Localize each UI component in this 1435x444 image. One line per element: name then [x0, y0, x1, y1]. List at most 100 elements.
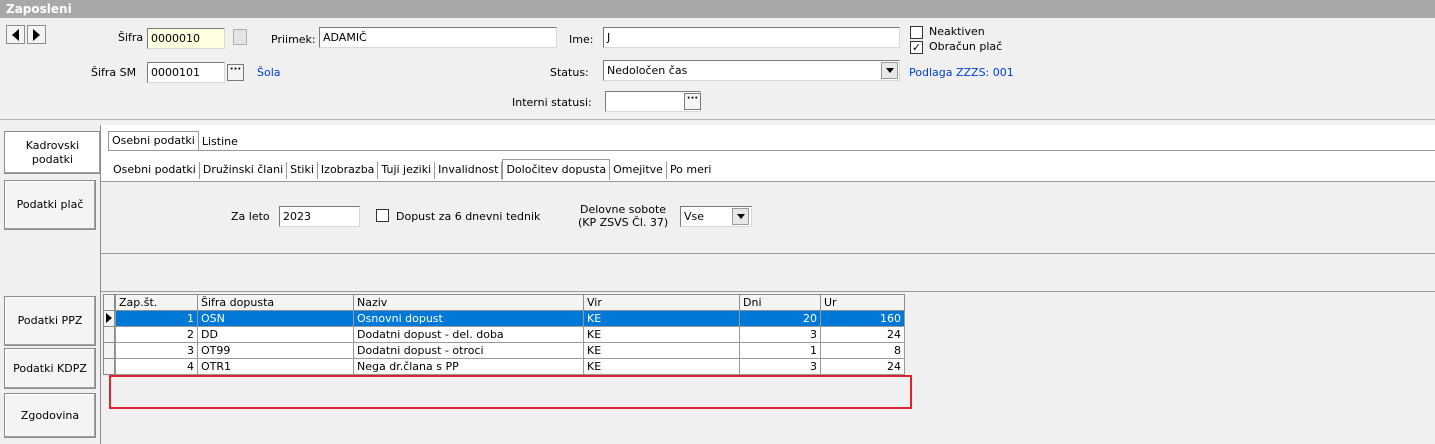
priimek-label: Priimek:	[271, 33, 316, 46]
subtab-tuji-jeziki[interactable]: Tuji jeziki	[378, 162, 436, 179]
sifra-sm-field[interactable]: 0000101	[147, 62, 225, 83]
subtab-invalidnost[interactable]: Invalidnost	[435, 162, 503, 179]
next-record-button[interactable]	[27, 25, 46, 44]
table-row[interactable]: 2 DD Dodatni dopust - del. doba KE 3 24	[115, 326, 905, 343]
col-header-zap-st[interactable]: Zap.št.	[115, 294, 198, 311]
sm-link[interactable]: Šola	[257, 66, 281, 80]
table-row[interactable]: 4 OTR1 Nega dr.člana s PP KE 3 24	[115, 358, 905, 375]
cell-sifra[interactable]: DD	[197, 326, 354, 343]
subtab-izobrazba[interactable]: Izobrazba	[318, 162, 379, 179]
obracun-checkbox[interactable]: ✓	[910, 41, 923, 54]
cell-naziv[interactable]: Osnovni dopust	[353, 310, 584, 327]
cell-dni[interactable]: 3	[739, 358, 821, 375]
sobote-sublabel: (KP ZSVS Čl. 37)	[578, 216, 669, 229]
table-row[interactable]: 1 OSN Osnovni dopust KE 20 160	[115, 310, 905, 327]
cell-dni[interactable]: 3	[739, 326, 821, 343]
arrow-left-icon	[12, 28, 19, 41]
search-icon[interactable]	[233, 29, 247, 45]
subtab-omejitve[interactable]: Omejitve	[610, 162, 667, 179]
cell-ur[interactable]: 8	[820, 342, 905, 359]
chevron-down-icon	[736, 214, 745, 219]
indicator-header	[103, 294, 115, 311]
cell-ur[interactable]: 24	[820, 358, 905, 375]
neaktiven-checkbox[interactable]	[910, 26, 923, 39]
sidebar-item-kadrovski[interactable]: Kadrovski podatki	[4, 131, 100, 174]
ime-field[interactable]: J	[603, 27, 900, 48]
col-header-dni[interactable]: Dni	[739, 294, 821, 311]
sifra-label: Šifra	[118, 31, 144, 44]
interni-statusi-label: Interni statusi:	[512, 96, 592, 109]
cell-vir[interactable]: KE	[583, 342, 740, 359]
sidebar-item-zgodovina[interactable]: Zgodovina	[4, 393, 96, 438]
cell-ur[interactable]: 24	[820, 326, 905, 343]
sidebar-item-label: Zgodovina	[20, 408, 80, 422]
interni-lookup-button[interactable]: ···	[684, 93, 701, 110]
status-dropdown-button[interactable]	[881, 62, 898, 79]
cell-ur[interactable]: 160	[820, 310, 905, 327]
cell-dni[interactable]: 1	[739, 342, 821, 359]
sidebar-item-label: Podatki plač	[16, 198, 84, 211]
cell-dni[interactable]: 20	[739, 310, 821, 327]
cell-naziv[interactable]: Nega dr.člana s PP	[353, 358, 584, 375]
sobote-label: Delovne sobote	[580, 203, 667, 216]
cell-vir[interactable]: KE	[583, 310, 740, 327]
cell-vir[interactable]: KE	[583, 326, 740, 343]
col-header-sifra-dopusta[interactable]: Šifra dopusta	[197, 294, 354, 311]
sub-tab-strip: Osebni podatki Družinski člani Stiki Izo…	[110, 159, 715, 180]
status-value: Nedoločen čas	[607, 64, 688, 77]
sidebar-item-podatki-ppz[interactable]: Podatki PPZ	[4, 296, 96, 346]
table-row[interactable]: 3 OT99 Dodatni dopust - otroci KE 1 8	[115, 342, 905, 359]
cell-zap-st[interactable]: 3	[115, 342, 198, 359]
obracun-label: Obračun plač	[929, 40, 1003, 53]
sobote-value: Vse	[684, 210, 705, 223]
indicator-cell	[103, 311, 115, 327]
grid-toolbar-strip	[101, 253, 1435, 291]
tab-osebni-podatki[interactable]: Osebni podatki	[108, 131, 199, 151]
subtab-dolocitev-dopusta[interactable]: Določitev dopusta	[502, 159, 611, 180]
za-leto-field[interactable]: 2023	[279, 206, 360, 227]
prev-record-button[interactable]	[6, 25, 25, 44]
window-title: Zaposleni	[0, 0, 1435, 18]
dopust-table: Zap.št. Šifra dopusta Naziv Vir Dni Ur 1…	[115, 294, 905, 375]
dopust6-checkbox[interactable]	[376, 209, 389, 222]
col-header-ur[interactable]: Ur	[820, 294, 905, 311]
cell-zap-st[interactable]: 2	[115, 326, 198, 343]
sidebar-item-podatki-kdpz[interactable]: Podatki KDPZ	[4, 348, 96, 389]
sifra-sm-label: Šifra SM	[91, 66, 137, 79]
col-header-naziv[interactable]: Naziv	[353, 294, 584, 311]
priimek-field[interactable]: ADAMIČ	[319, 27, 557, 48]
ime-label: Ime:	[569, 33, 594, 46]
sidebar-item-label: Podatki PPZ	[17, 314, 83, 327]
sifra-field[interactable]: 0000010	[147, 28, 225, 49]
col-header-vir[interactable]: Vir	[583, 294, 740, 311]
main-tab-divider	[108, 150, 1435, 151]
sidebar-item-label: podatki	[31, 152, 74, 166]
neaktiven-label: Neaktiven	[929, 25, 985, 38]
subtab-stiki[interactable]: Stiki	[287, 162, 318, 179]
cell-sifra[interactable]: OT99	[197, 342, 354, 359]
subtab-druzinski-clani[interactable]: Družinski člani	[200, 162, 288, 179]
current-row-icon	[106, 313, 112, 323]
sidebar-item-podatki-plac[interactable]: Podatki plač	[4, 180, 96, 230]
cell-naziv[interactable]: Dodatni dopust - del. doba	[353, 326, 584, 343]
highlight-box	[109, 375, 912, 409]
cell-vir[interactable]: KE	[583, 358, 740, 375]
podlaga-link[interactable]: Podlaga ZZZS: 001	[909, 66, 1014, 80]
indicator-cell	[103, 327, 115, 343]
status-select[interactable]: Nedoločen čas	[603, 60, 900, 81]
cell-zap-st[interactable]: 4	[115, 358, 198, 375]
row-indicator-column	[103, 294, 115, 375]
main-tab-strip: Osebni podatki Listine	[108, 131, 241, 151]
chevron-down-icon	[885, 68, 894, 73]
subtab-po-meri[interactable]: Po meri	[667, 162, 715, 179]
sobote-dropdown-button[interactable]	[732, 208, 749, 225]
cell-naziv[interactable]: Dodatni dopust - otroci	[353, 342, 584, 359]
subtab-osebni-podatki[interactable]: Osebni podatki	[110, 162, 200, 179]
tab-listine[interactable]: Listine	[199, 134, 241, 151]
sifra-sm-lookup-button[interactable]: ···	[227, 64, 244, 81]
cell-sifra[interactable]: OSN	[197, 310, 354, 327]
sidebar-item-label: Podatki KDPZ	[13, 361, 87, 375]
cell-zap-st[interactable]: 1	[115, 310, 198, 327]
cell-sifra[interactable]: OTR1	[197, 358, 354, 375]
indicator-cell	[103, 343, 115, 359]
